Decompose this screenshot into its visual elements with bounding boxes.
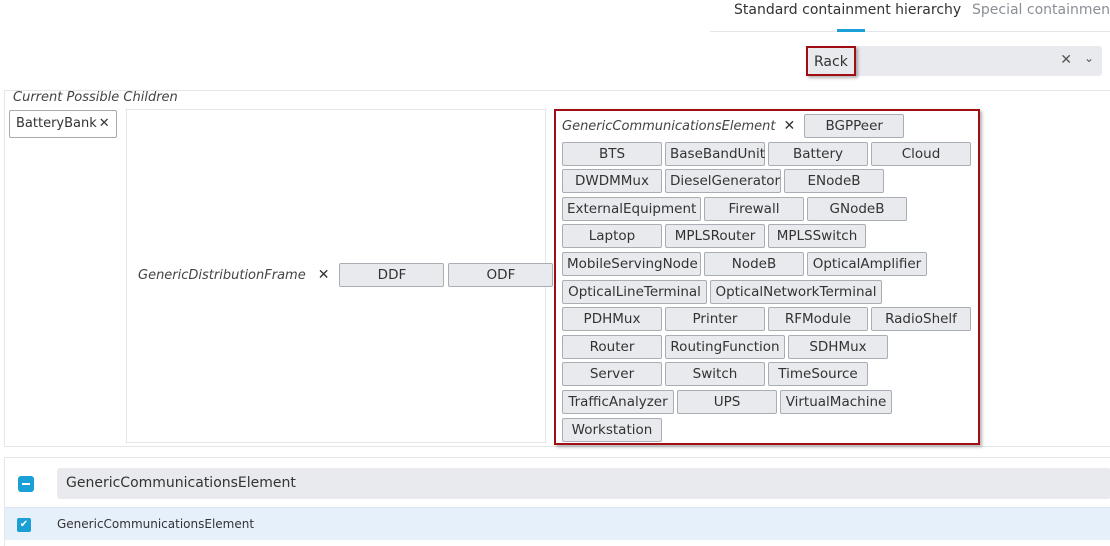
child-button[interactable]: DDF [339,263,445,287]
child-button[interactable]: BTS [562,141,662,166]
child-button[interactable]: ExternalEquipment [562,196,701,221]
child-button[interactable]: OpticalNetworkTerminal [710,279,882,304]
checkbox-checked[interactable]: ✔ [17,518,31,532]
remove-group-icon[interactable]: ✕ [318,267,330,283]
child-button[interactable]: OpticalLineTerminal [562,279,707,304]
child-button[interactable]: ODF [448,263,554,287]
tab-special-containment[interactable]: Special containment [972,2,1110,18]
child-button[interactable]: OpticalAmplifier [807,251,927,276]
tab-standard-containment[interactable]: Standard containment hierarchy [734,2,961,18]
group-distribution-frame: GenericDistributionFrame ✕ DDF ODF [126,109,554,443]
class-selector[interactable]: Rack ✕ ⌄ [806,46,1102,76]
child-button[interactable]: Router [562,334,662,359]
possible-children-panel: Current Possible Children BatteryBank ✕ G… [4,90,1110,447]
section-title: Current Possible Children [13,90,178,105]
active-tab-indicator [837,29,865,32]
child-button[interactable]: NodeB [704,251,804,276]
close-icon[interactable]: ✕ [1060,52,1072,68]
child-button[interactable]: BGPPeer [804,114,905,138]
child-button[interactable]: Laptop [562,224,662,249]
child-button[interactable]: Workstation [562,417,662,442]
class-tree: GenericCommunicationsElement ✔ GenericCo… [4,457,1110,546]
group-label: GenericDistributionFrame [138,267,306,283]
tab-bar: Standard containment hierarchy Special c… [710,0,1110,32]
tree-item-label: GenericCommunicationsElement [57,517,255,531]
child-button[interactable]: RFModule [768,307,868,332]
child-chip[interactable]: BatteryBank ✕ [9,110,117,138]
child-button[interactable]: UPS [677,389,777,414]
child-button[interactable]: DWDMMux [562,169,662,194]
group-label: GenericCommunicationsElement [562,118,776,134]
child-button[interactable]: Switch [665,362,765,387]
group-communications-element: GenericCommunicationsElement ✕ BGPPeer BT… [554,109,980,445]
child-button[interactable]: ENodeB [784,169,884,194]
remove-group-icon[interactable]: ✕ [783,118,795,134]
child-button[interactable]: Server [562,362,662,387]
child-button[interactable]: PDHMux [562,307,662,332]
child-button[interactable]: Firewall [704,196,804,221]
child-button[interactable]: Printer [665,307,765,332]
child-button[interactable]: MPLSSwitch [768,224,866,249]
selected-class-chip[interactable]: Rack [806,46,856,76]
child-button[interactable]: Battery [768,141,868,166]
child-button[interactable]: SDHMux [788,334,888,359]
indeterminate-checkbox[interactable] [18,476,34,492]
child-button[interactable]: DieselGenerator [665,169,781,194]
child-button[interactable]: RadioShelf [871,307,971,332]
child-button[interactable]: RoutingFunction [665,334,785,359]
tree-root[interactable]: GenericCommunicationsElement [57,468,1110,499]
child-button[interactable]: TimeSource [768,362,868,387]
child-button[interactable]: BaseBandUnit [665,141,765,166]
child-button[interactable]: GNodeB [807,196,907,221]
child-button[interactable]: MPLSRouter [665,224,765,249]
chevron-down-icon[interactable]: ⌄ [1084,51,1094,65]
child-button[interactable]: VirtualMachine [780,389,892,414]
tree-item[interactable]: ✔ GenericCommunicationsElement [5,507,1110,540]
remove-icon[interactable]: ✕ [99,116,110,131]
group-header: GenericCommunicationsElement ✕ [562,114,801,138]
child-button[interactable]: TrafficAnalyzer [562,389,674,414]
child-button[interactable]: MobileServingNode [562,251,701,276]
child-button[interactable]: Cloud [871,141,971,166]
